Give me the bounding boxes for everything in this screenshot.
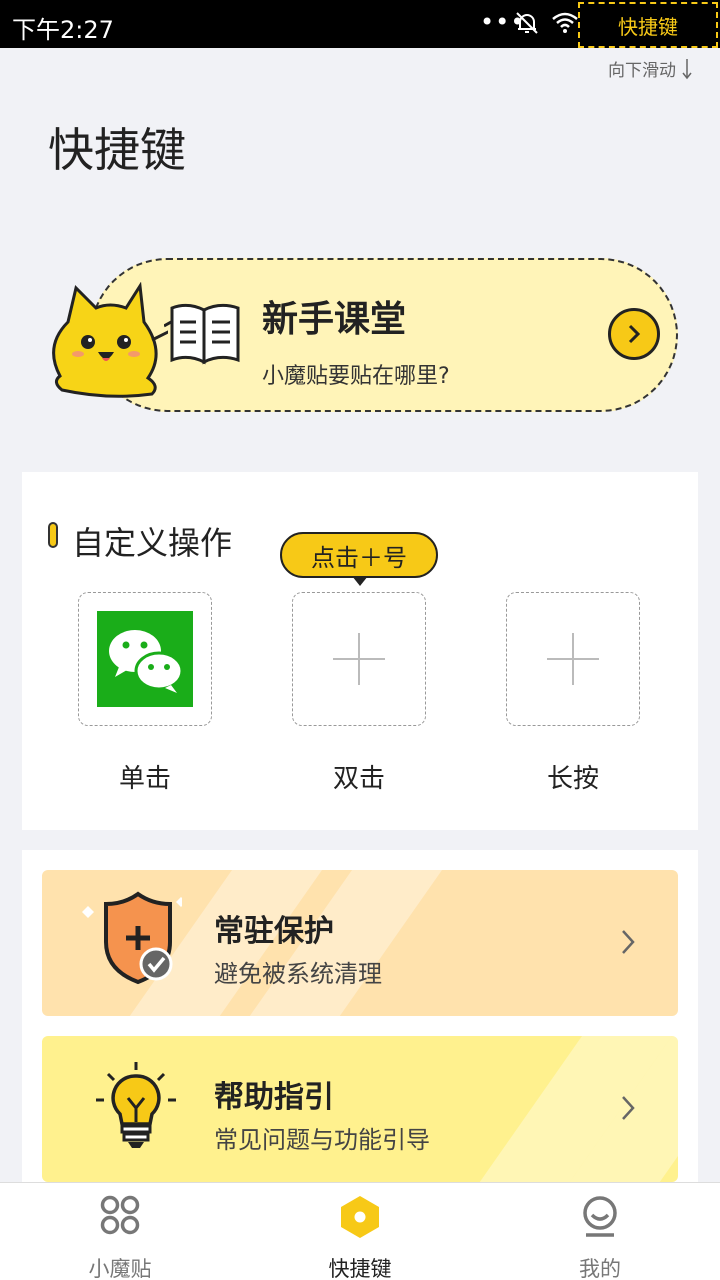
book-icon: [163, 300, 246, 370]
chevron-right-icon: [628, 324, 641, 344]
custom-actions-card: 自定义操作 单击 双击 长按 点击＋号: [22, 472, 698, 830]
help-guide-card[interactable]: 帮助指引 常见问题与功能引导: [42, 1036, 678, 1182]
feature-title: 帮助指引: [214, 1080, 334, 1115]
status-time: 下午2:27: [12, 16, 114, 44]
hexagon-icon: [341, 1196, 379, 1238]
chevron-right-icon: [622, 1096, 635, 1120]
chevron-right-icon: [622, 930, 635, 954]
plus-icon: [547, 633, 599, 685]
nav-label: 快捷键: [328, 1257, 392, 1280]
plus-icon: [333, 633, 385, 685]
status-bar: 下午2:27 ••• 快捷键: [0, 0, 720, 48]
nav-item-shortcuts[interactable]: 快捷键: [240, 1183, 480, 1280]
shield-icon: [72, 890, 186, 994]
feature-subtitle: 避免被系统清理: [214, 960, 382, 988]
page-title: 快捷键: [48, 123, 186, 177]
section-marker: [48, 522, 58, 548]
nav-item-profile[interactable]: 我的: [480, 1183, 720, 1280]
banner-title: 新手课堂: [262, 299, 407, 340]
feature-subtitle: 常见问题与功能引导: [214, 1126, 430, 1154]
scroll-hint: 向下滑动: [608, 56, 692, 81]
nav-label: 我的: [579, 1257, 621, 1280]
banner-go-button[interactable]: [608, 308, 660, 360]
add-hint-tooltip: 点击＋号: [280, 532, 438, 586]
feature-list: 常驻保护 避免被系统清理 帮助指引 常见问题与功能引导: [22, 850, 698, 1190]
slot-double-tap[interactable]: [292, 592, 426, 726]
feature-title: 常驻保护: [214, 914, 334, 949]
wechat-icon: [97, 611, 193, 707]
lightbulb-icon: [94, 1060, 178, 1154]
grid-icon: [100, 1195, 140, 1235]
mascot-icon: [48, 281, 173, 402]
bottom-nav: 小魔贴 快捷键 我的: [0, 1182, 720, 1280]
slot-single-tap[interactable]: [78, 592, 212, 726]
section-title: 自定义操作: [72, 524, 233, 562]
profile-icon: [583, 1196, 617, 1237]
nav-label: 小魔贴: [88, 1257, 152, 1280]
bell-muted-icon: [514, 10, 540, 40]
slot-long-press[interactable]: [506, 592, 640, 726]
tooltip-text: 点击＋号: [311, 543, 407, 572]
slot-label-long: 长按: [546, 764, 599, 794]
slot-label-double: 双击: [332, 764, 385, 794]
resident-protection-card[interactable]: 常驻保护 避免被系统清理: [42, 870, 678, 1016]
banner-subtitle: 小魔贴要贴在哪里?: [262, 364, 450, 389]
slot-label-single: 单击: [118, 764, 171, 794]
wifi-icon: [551, 12, 579, 38]
shortcut-status-tag[interactable]: 快捷键: [578, 2, 718, 48]
nav-item-stickers[interactable]: 小魔贴: [0, 1183, 240, 1280]
arrow-down-icon: [682, 58, 692, 79]
scroll-hint-label: 向下滑动: [608, 61, 676, 81]
